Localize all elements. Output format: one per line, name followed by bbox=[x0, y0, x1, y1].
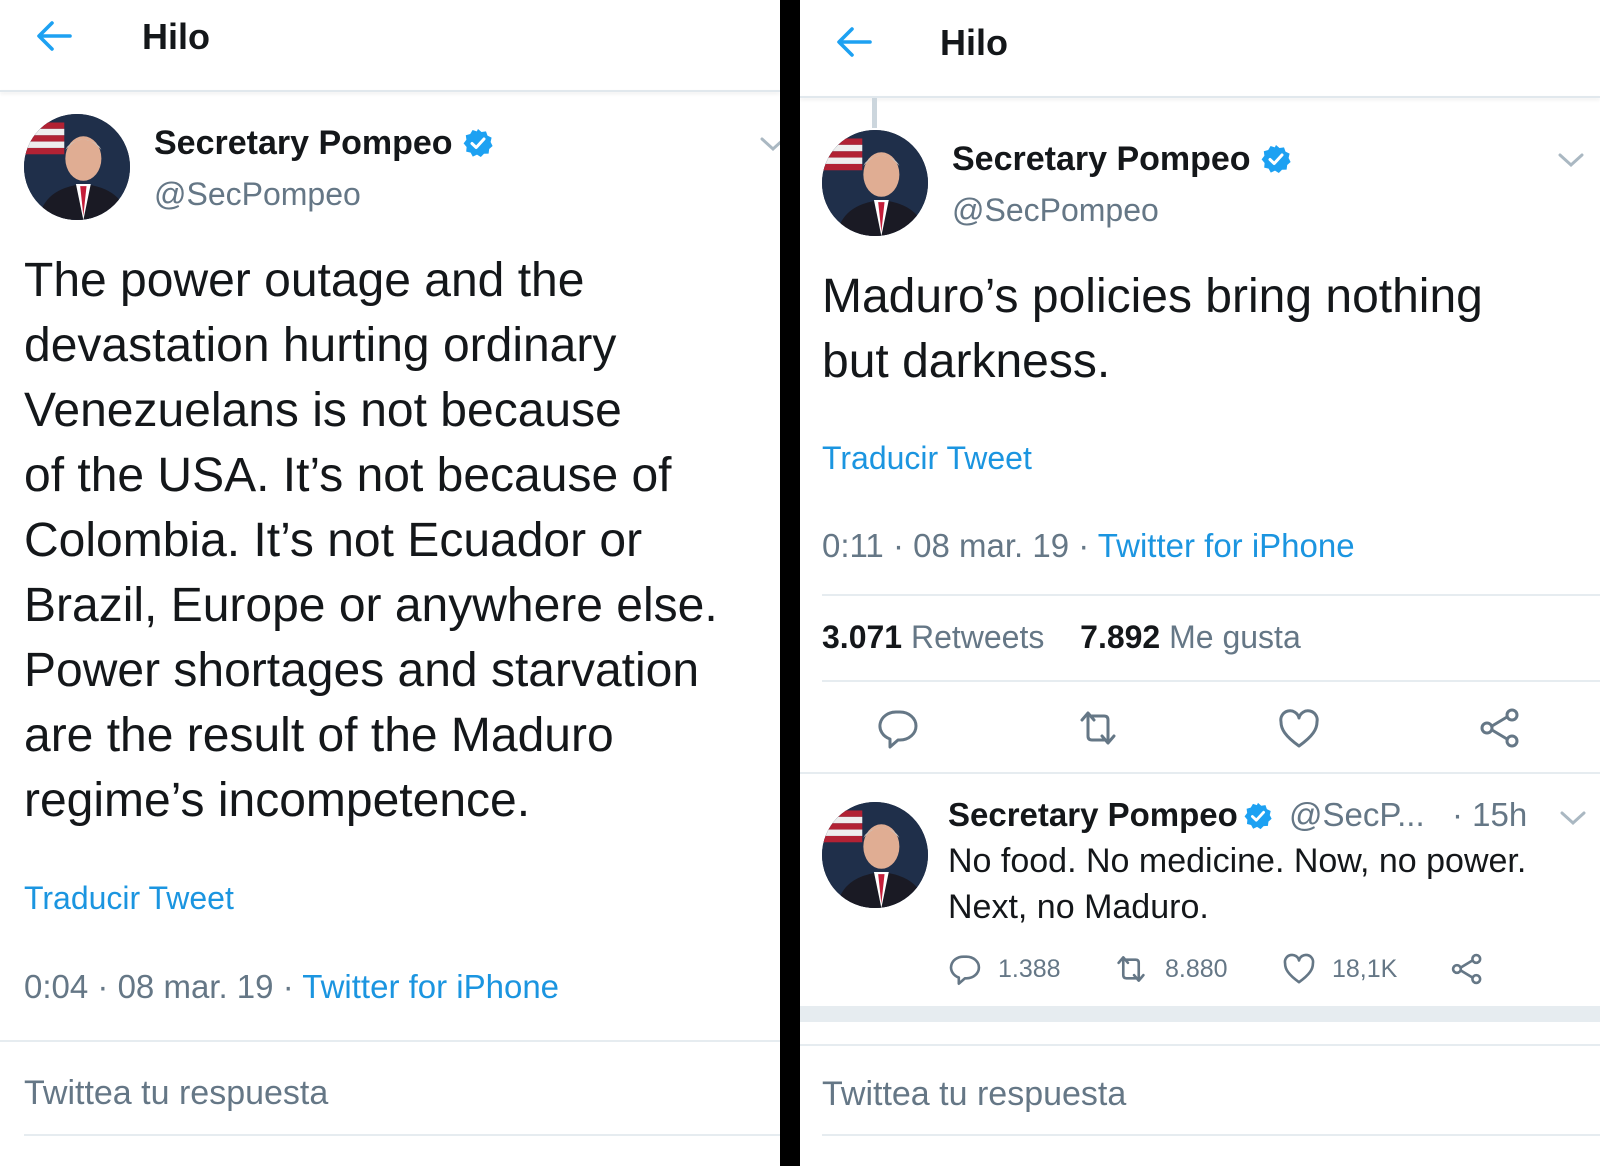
reply-tweet-time: · 15h bbox=[1452, 796, 1528, 833]
divider bbox=[822, 680, 1600, 682]
share-icon[interactable] bbox=[1450, 952, 1484, 986]
divider bbox=[800, 772, 1600, 774]
tweet-text-line: Venezuelans is not because bbox=[24, 384, 622, 437]
retweet-count: 8.880 bbox=[1165, 955, 1228, 983]
translate-tweet-link[interactable]: Traducir Tweet bbox=[24, 880, 234, 917]
reply-icon[interactable] bbox=[876, 706, 920, 750]
left-thread-screen: Hilo Secretary Pompeo @SecPompeo The pow… bbox=[0, 0, 780, 1166]
reply-count: 1.388 bbox=[998, 955, 1061, 983]
author-handle[interactable]: @SecP... bbox=[1289, 796, 1425, 833]
retweets-label: Retweets bbox=[910, 619, 1045, 655]
avatar[interactable] bbox=[822, 802, 928, 908]
tweet-text-line: Colombia. It’s not Ecuador or bbox=[24, 514, 643, 567]
like-heart-icon[interactable] bbox=[1277, 707, 1321, 751]
divider bbox=[822, 1134, 1600, 1136]
divider bbox=[0, 1040, 780, 1042]
avatar[interactable] bbox=[24, 114, 130, 220]
meta-separator: · bbox=[1078, 527, 1098, 564]
tweet-text-line: Power shortages and starvation bbox=[24, 644, 700, 697]
reply-tweet-header: Secretary Pompeo @SecP... bbox=[948, 796, 1425, 834]
tweet-source-link[interactable]: Twitter for iPhone bbox=[1098, 527, 1355, 564]
author-name[interactable]: Secretary Pompeo bbox=[948, 796, 1238, 833]
reply-tweet-text: No food. No medicine. Now, no power. Nex… bbox=[948, 838, 1526, 930]
tweet-text-line: Brazil, Europe or anywhere else. bbox=[24, 579, 718, 632]
tweet-text: The power outage and the devastation hur… bbox=[24, 248, 718, 833]
tweet-text-line: Maduro’s policies bring nothing bbox=[822, 270, 1483, 323]
tweet-text-line: of the USA. It’s not because of bbox=[24, 449, 672, 502]
meta-separator: · bbox=[892, 527, 914, 564]
section-separator bbox=[800, 1006, 1600, 1022]
tweet-text-line: are the result of the Maduro bbox=[24, 709, 614, 762]
author-handle[interactable]: @SecPompeo bbox=[952, 192, 1159, 229]
avatar-image bbox=[24, 114, 130, 220]
tweet-date: 08 mar. 19 bbox=[913, 527, 1070, 564]
divider bbox=[800, 1044, 1600, 1046]
likes-stat[interactable]: 7.892 Me gusta bbox=[1080, 619, 1301, 655]
author-name[interactable]: Secretary Pompeo bbox=[952, 140, 1251, 178]
translate-tweet-link[interactable]: Traducir Tweet bbox=[822, 440, 1032, 477]
avatar-image bbox=[822, 802, 928, 908]
reply-tweet-text-line: Next, no Maduro. bbox=[948, 888, 1209, 926]
divider bbox=[24, 1134, 780, 1136]
reply-icon[interactable] bbox=[948, 952, 982, 986]
retweets-count: 3.071 bbox=[822, 619, 903, 655]
author-handle[interactable]: @SecPompeo bbox=[154, 176, 361, 213]
header-title: Hilo bbox=[940, 22, 1008, 63]
chevron-down-icon[interactable] bbox=[1558, 150, 1584, 170]
verified-badge-icon bbox=[1244, 802, 1272, 830]
right-thread-screen: Hilo Secretary Pompeo @SecPompeo Maduro’… bbox=[800, 0, 1600, 1166]
like-heart-icon[interactable] bbox=[1282, 952, 1316, 986]
retweet-icon[interactable] bbox=[1114, 952, 1148, 986]
back-arrow-icon[interactable] bbox=[34, 16, 74, 56]
tweet-date: 08 mar. 19 bbox=[117, 968, 274, 1005]
chevron-down-icon[interactable] bbox=[1560, 808, 1586, 828]
reply-input[interactable]: Twittea tu respuesta bbox=[822, 1075, 1126, 1114]
header-divider bbox=[0, 90, 780, 92]
likes-count: 7.892 bbox=[1080, 619, 1161, 655]
likes-label: Me gusta bbox=[1169, 619, 1301, 655]
share-icon[interactable] bbox=[1478, 706, 1522, 750]
avatar[interactable] bbox=[822, 130, 928, 236]
tweet-meta: 0:04 · 08 mar. 19 · Twitter for iPhone bbox=[24, 968, 559, 1006]
divider bbox=[822, 594, 1600, 596]
like-count: 18,1K bbox=[1332, 955, 1398, 983]
tweet-text-line: but darkness. bbox=[822, 335, 1111, 388]
thread-connector bbox=[872, 98, 877, 128]
verified-badge-icon bbox=[1261, 145, 1291, 173]
chevron-down-icon[interactable] bbox=[760, 134, 780, 154]
tweet-source-link[interactable]: Twitter for iPhone bbox=[302, 968, 559, 1005]
retweets-stat[interactable]: 3.071 Retweets bbox=[822, 619, 1044, 655]
tweet-time: 0:04 bbox=[24, 968, 89, 1005]
back-arrow-icon[interactable] bbox=[834, 22, 874, 62]
meta-separator: · bbox=[282, 968, 303, 1005]
retweet-icon[interactable] bbox=[1076, 706, 1120, 750]
engagement-stats: 3.071 Retweets 7.892 Me gusta bbox=[822, 619, 1301, 656]
tweet-meta: 0:11 · 08 mar. 19 · Twitter for iPhone bbox=[822, 527, 1355, 565]
meta-separator: · bbox=[97, 968, 118, 1005]
header-title: Hilo bbox=[142, 16, 210, 57]
verified-badge-icon bbox=[463, 129, 493, 157]
avatar-image bbox=[822, 130, 928, 236]
tweet-time: 0:11 bbox=[822, 527, 884, 564]
tweet-text: Maduro’s policies bring nothing but dark… bbox=[822, 264, 1483, 394]
tweet-text-line: The power outage and the bbox=[24, 254, 585, 307]
reply-input[interactable]: Twittea tu respuesta bbox=[24, 1074, 328, 1113]
header-divider bbox=[800, 96, 1600, 98]
tweet-text-line: regime’s incompetence. bbox=[24, 774, 531, 827]
reply-tweet-text-line: No food. No medicine. Now, no power. bbox=[948, 842, 1527, 880]
author-name[interactable]: Secretary Pompeo bbox=[154, 124, 453, 162]
tweet-text-line: devastation hurting ordinary bbox=[24, 319, 617, 372]
